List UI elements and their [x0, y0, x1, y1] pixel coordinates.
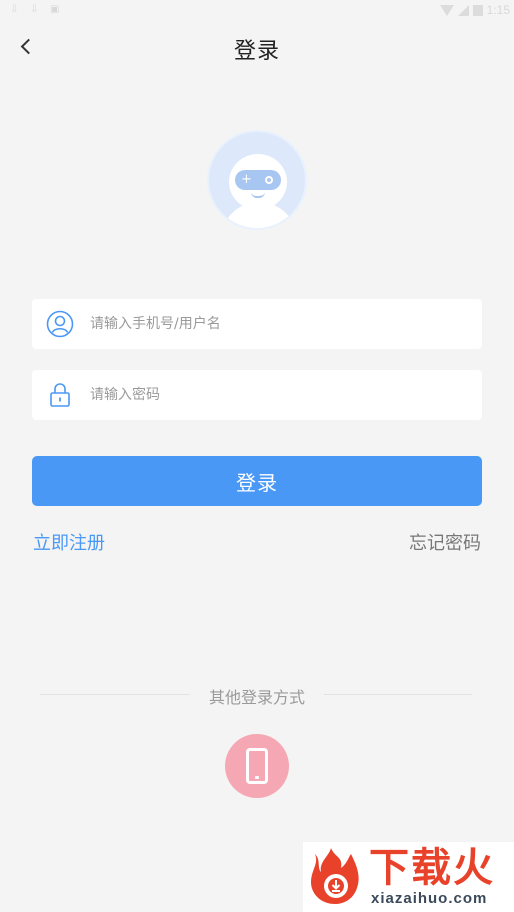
forgot-password-link[interactable]: 忘记密码	[409, 529, 481, 555]
password-input[interactable]	[90, 370, 470, 420]
status-bar: ⇩ ⇩ ▣ 1:15	[0, 0, 514, 22]
flame-logo-icon	[311, 848, 359, 904]
phone-login-button[interactable]	[225, 734, 289, 798]
battery-icon	[472, 4, 483, 16]
phone-icon	[246, 748, 268, 784]
status-left-icons: ⇩ ⇩ ▣	[10, 4, 60, 16]
signal-icon	[457, 4, 469, 16]
divider-right	[324, 694, 472, 695]
register-link[interactable]: 立即注册	[33, 529, 105, 555]
password-field[interactable]	[32, 370, 482, 420]
lock-icon	[50, 383, 70, 407]
login-button[interactable]: 登录	[32, 456, 482, 506]
page-title: 登录	[233, 39, 280, 64]
username-input[interactable]	[90, 299, 470, 349]
download-icon: ⇩	[30, 4, 39, 15]
watermark-en: xiazaihuo.com	[371, 890, 488, 907]
avatar: +	[207, 130, 307, 230]
notification-icon: ▣	[50, 4, 60, 15]
username-field[interactable]	[32, 299, 482, 349]
other-login-label: 其他登录方式	[208, 688, 305, 707]
avatar-circle-mark	[265, 176, 273, 184]
status-right-icons: 1:15	[439, 3, 510, 17]
watermark-cn: 下载火	[369, 845, 495, 891]
header: 登录	[0, 22, 514, 70]
avatar-plus-mark: +	[241, 172, 252, 187]
wifi-icon	[439, 4, 454, 16]
user-icon	[46, 310, 74, 338]
download-icon: ⇩	[10, 4, 19, 15]
status-time: 1:15	[486, 3, 510, 17]
watermark-logo: 下载火 xiazaihuo.com	[303, 842, 514, 912]
